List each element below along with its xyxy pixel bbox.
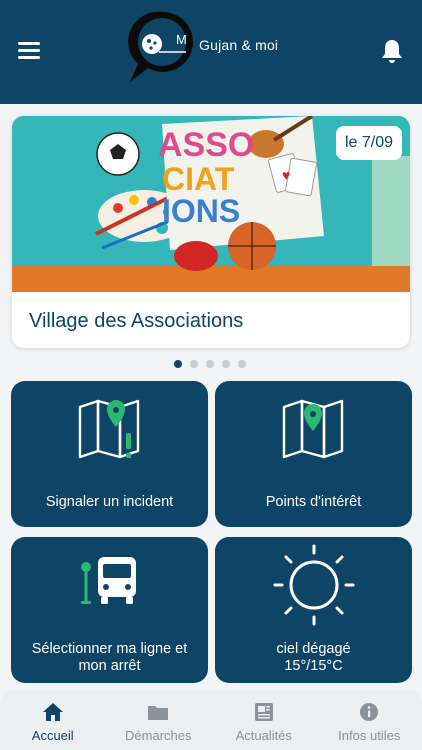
tile-label: Sélectionner ma ligne et mon arrêt xyxy=(31,641,188,674)
carousel-dot-1[interactable] xyxy=(174,360,182,368)
brand-name: Gujan & moi xyxy=(199,37,279,53)
svg-text:♥: ♥ xyxy=(282,167,290,183)
tile-label: Points d'intérêt xyxy=(265,494,362,510)
sun-icon xyxy=(273,544,354,626)
bottom-navigation: Accueil Démarches Actualités Infos utile… xyxy=(0,690,422,750)
tile-label: ciel dégagé 15°/15°C xyxy=(276,641,351,674)
tile-label: Signaler un incident xyxy=(45,494,174,510)
nav-label: Actualités xyxy=(235,728,292,743)
home-icon xyxy=(42,703,63,721)
nav-accueil[interactable]: Accueil xyxy=(0,690,106,750)
event-card[interactable]: ♥ ASSO CIAT IONS le 7/09 Village des Ass… xyxy=(12,116,410,348)
banner-text-line-2: CIAT xyxy=(162,161,235,197)
folder-icon xyxy=(148,706,169,720)
nav-infos-utiles[interactable]: Infos utiles xyxy=(317,690,422,750)
map-pin-icon xyxy=(282,399,343,459)
nav-demarches[interactable]: Démarches xyxy=(106,690,212,750)
app-header: M Gujan & moi xyxy=(0,0,422,104)
event-title: Village des Associations xyxy=(29,310,244,332)
banner-text-line-3: IONS xyxy=(162,193,240,229)
carousel-indicator xyxy=(174,360,246,368)
info-icon xyxy=(360,703,379,721)
carousel-dot-2[interactable] xyxy=(190,360,198,368)
report-incident-tile[interactable]: Signaler un incident xyxy=(11,381,208,527)
nav-label: Infos utiles xyxy=(338,728,401,743)
carousel-dot-3[interactable] xyxy=(206,360,214,368)
logo-letter: M xyxy=(176,32,187,47)
event-date-badge: le 7/09 xyxy=(335,126,402,160)
bell-icon[interactable] xyxy=(380,38,404,64)
hamburger-menu-icon[interactable] xyxy=(18,42,40,60)
carousel-dot-5[interactable] xyxy=(238,360,246,368)
banner-text-line-1: ASSO xyxy=(158,126,254,164)
bus-line-tile[interactable]: Sélectionner ma ligne et mon arrêt xyxy=(11,537,208,683)
carousel-dot-4[interactable] xyxy=(222,360,230,368)
weather-tile[interactable]: ciel dégagé 15°/15°C xyxy=(215,537,412,683)
newspaper-icon xyxy=(254,703,273,721)
nav-label: Accueil xyxy=(31,728,74,743)
bus-stop-icon xyxy=(80,557,136,604)
gujan-logo: M xyxy=(128,11,193,83)
points-of-interest-tile[interactable]: Points d'intérêt xyxy=(215,381,412,527)
nav-actualites[interactable]: Actualités xyxy=(211,690,317,750)
event-banner-image: ♥ ASSO CIAT IONS le 7/09 xyxy=(12,116,410,292)
nav-label: Démarches xyxy=(125,728,192,743)
map-alert-icon xyxy=(78,399,139,459)
